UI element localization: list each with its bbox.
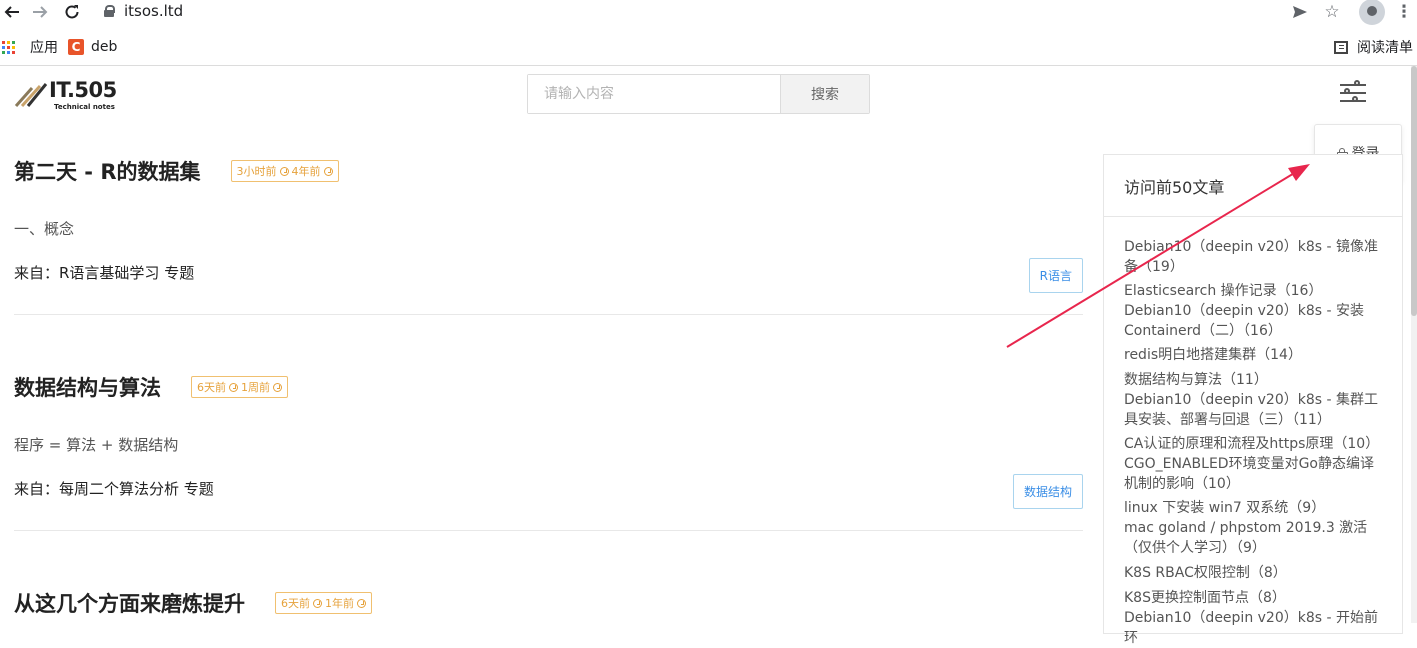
page-scrollbar[interactable]: [1411, 66, 1417, 623]
clock-icon: [279, 166, 289, 176]
clock-icon: [313, 598, 322, 608]
star-icon[interactable]: ☆: [1321, 0, 1343, 24]
created-time: 1周前: [241, 381, 270, 394]
logo-pens-icon: [14, 83, 48, 108]
scrollbar-thumb[interactable]: [1411, 66, 1417, 316]
bookmark-apps[interactable]: 应用: [2, 36, 58, 58]
list-item[interactable]: redis明白地搭建集群（14）: [1124, 345, 1382, 365]
article-tag[interactable]: 数据结构: [1012, 474, 1083, 509]
list-item[interactable]: 数据结构与算法（11）: [1124, 370, 1382, 390]
bookmark-apps-label: 应用: [30, 40, 58, 56]
reading-list-icon: [1334, 40, 1348, 54]
list-item[interactable]: Debian10（deepin v20）k8s - 安装Containerd（二…: [1124, 301, 1382, 341]
article-item: 从这几个方面来磨炼提升 6天前 1年前: [14, 588, 1083, 628]
apps-grid-icon: [2, 40, 15, 54]
menu-kebab-icon[interactable]: ⋮: [1394, 0, 1414, 24]
list-item[interactable]: Debian10（deepin v20）k8s - 开始前环: [1124, 608, 1382, 648]
updated-time: 6天前: [281, 597, 310, 610]
created-time: 4年前: [291, 165, 321, 178]
list-item[interactable]: Elasticsearch 操作记录（16）: [1124, 281, 1382, 301]
created-time: 1年前: [325, 597, 354, 610]
list-item[interactable]: Debian10（deepin v20）k8s - 集群工具安装、部署与回退（三…: [1124, 390, 1382, 430]
clock-icon: [323, 166, 333, 176]
bookmarks-bar: 应用 C deb 阅读清单: [0, 36, 1417, 58]
article-source[interactable]: 来自：每周二个算法分析 专题: [14, 478, 214, 499]
clock-icon: [357, 598, 366, 608]
address-text: itsos.ltd: [124, 2, 184, 20]
deb-favicon-icon: C: [68, 39, 84, 55]
time-badge: 3小时前 4年前: [230, 160, 339, 182]
article-title[interactable]: 数据结构与算法: [14, 372, 161, 402]
list-item[interactable]: mac goland / phpstom 2019.3 激活（仅供个人学习）（9…: [1124, 518, 1382, 558]
site-logo[interactable]: IT.505 Technical notes: [14, 76, 124, 112]
list-item[interactable]: CA认证的原理和流程及https原理（10）: [1124, 434, 1382, 454]
bookmark-deb-label: deb: [91, 39, 118, 55]
browser-chrome: itsos.ltd ☆ ⋮ 应用 C deb 阅读清单: [0, 0, 1417, 66]
list-item[interactable]: Debian10（deepin v20）k8s - 镜像准备（19）: [1124, 237, 1382, 277]
sidebar-title: 访问前50文章: [1104, 155, 1402, 217]
search-input[interactable]: [528, 75, 780, 113]
article-title[interactable]: 第二天 - R的数据集: [14, 156, 201, 186]
logo-text: IT.505: [49, 78, 117, 102]
top-articles-list: Debian10（deepin v20）k8s - 镜像准备（19） Elast…: [1104, 217, 1402, 648]
updated-time: 3小时前: [236, 165, 277, 178]
article-item: 第二天 - R的数据集 3小时前 4年前 一、概念 来自：R语言基础学习 专题 R…: [14, 156, 1083, 315]
search-button[interactable]: 搜索: [780, 75, 869, 113]
article-title[interactable]: 从这几个方面来磨炼提升: [14, 588, 245, 618]
article-excerpt: 程序 = 算法 + 数据结构: [14, 436, 179, 454]
list-item[interactable]: CGO_ENABLED环境变量对Go静态编译机制的影响（10）: [1124, 454, 1382, 494]
settings-sliders-icon[interactable]: [1340, 80, 1366, 106]
send-icon[interactable]: [1289, 0, 1311, 24]
bookmark-deb[interactable]: C deb: [68, 36, 117, 58]
lock-icon: [104, 5, 115, 17]
search-box: 搜索: [527, 74, 870, 114]
time-badge: 6天前 1周前: [191, 376, 288, 398]
updated-time: 6天前: [197, 381, 226, 394]
profile-avatar[interactable]: [1358, 0, 1386, 25]
time-badge: 6天前 1年前: [275, 592, 372, 614]
article-item: 数据结构与算法 6天前 1周前 程序 = 算法 + 数据结构 来自：每周二个算法分…: [14, 372, 1083, 531]
back-arrow-icon[interactable]: [0, 0, 24, 24]
list-item[interactable]: K8S RBAC权限控制（8）: [1124, 563, 1382, 583]
clock-icon: [229, 382, 238, 392]
reading-list[interactable]: 阅读清单: [1334, 36, 1413, 58]
article-tag[interactable]: R语言: [1028, 258, 1083, 293]
address-bar[interactable]: itsos.ltd: [104, 2, 183, 20]
article-source[interactable]: 来自：R语言基础学习 专题: [14, 262, 194, 283]
clock-icon: [273, 382, 282, 392]
list-item[interactable]: linux 下安装 win7 双系统（9）: [1124, 498, 1382, 518]
forward-arrow-icon[interactable]: [28, 0, 52, 24]
page-content: IT.505 Technical notes 搜索 登录 第二天 - R的数据集…: [0, 66, 1417, 646]
article-excerpt: 一、概念: [14, 220, 75, 238]
reading-list-label: 阅读清单: [1357, 40, 1413, 56]
logo-subtitle: Technical notes: [54, 103, 115, 111]
list-item[interactable]: K8S更换控制面节点（8）: [1124, 588, 1382, 608]
top-articles-sidebar: 访问前50文章 Debian10（deepin v20）k8s - 镜像准备（1…: [1103, 154, 1403, 646]
reload-icon[interactable]: [60, 0, 84, 24]
